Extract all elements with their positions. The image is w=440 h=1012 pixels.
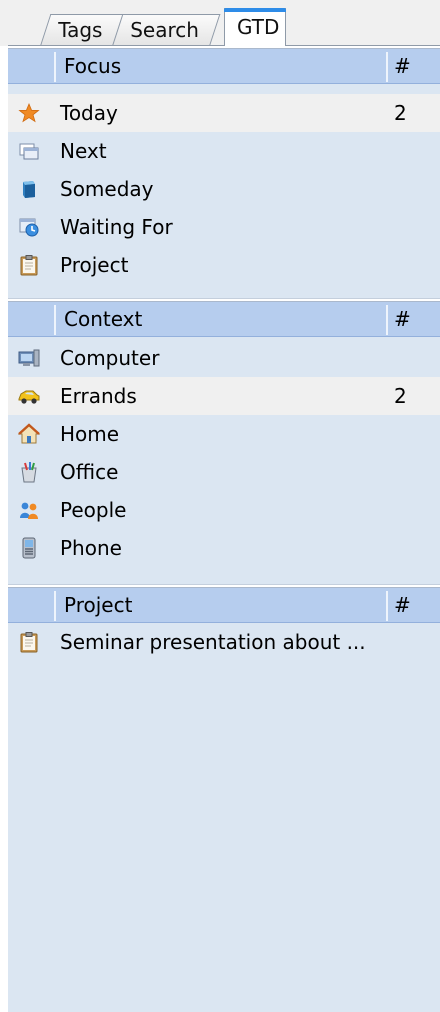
focus-item-next[interactable]: Next <box>8 132 440 170</box>
focus-item-today[interactable]: Today 2 <box>8 94 440 132</box>
context-title[interactable]: Context <box>64 302 142 337</box>
focus-title[interactable]: Focus <box>64 49 121 84</box>
focus-header: Focus # <box>8 48 440 84</box>
clipboard-icon <box>20 632 38 653</box>
context-item-label: Phone <box>60 536 122 560</box>
office-icon <box>21 462 37 483</box>
next-windows-icon <box>19 143 39 160</box>
project-item-seminar[interactable]: Seminar presentation about ... <box>8 623 440 661</box>
star-icon <box>18 102 40 123</box>
context-item-home[interactable]: Home <box>8 415 440 453</box>
context-item-computer[interactable]: Computer <box>8 339 440 377</box>
focus-item-waiting-for[interactable]: Waiting For <box>8 208 440 246</box>
focus-item-someday[interactable]: Someday <box>8 170 440 208</box>
archive-icon <box>23 181 35 198</box>
tab-search[interactable]: Search <box>112 14 221 46</box>
phone-icon <box>22 537 36 559</box>
focus-item-label: Today <box>60 101 118 125</box>
focus-item-count: 2 <box>394 101 407 125</box>
tab-tags-label: Tags <box>58 18 103 42</box>
context-count-header[interactable]: # <box>394 302 411 337</box>
focus-item-label: Next <box>60 139 107 163</box>
focus-item-label: Project <box>60 253 129 277</box>
focus-item-label: Waiting For <box>60 215 173 239</box>
context-item-count: 2 <box>394 384 407 408</box>
context-item-label: Home <box>60 422 120 446</box>
context-item-phone[interactable]: Phone <box>8 529 440 567</box>
focus-count-header[interactable]: # <box>394 49 411 84</box>
context-item-people[interactable]: People <box>8 491 440 529</box>
context-header: Context # <box>8 301 440 337</box>
context-item-label: Office <box>60 460 119 484</box>
waiting-icon <box>19 218 39 237</box>
tab-gtd[interactable]: GTD <box>224 8 286 46</box>
context-item-label: Errands <box>60 384 137 408</box>
tab-tags[interactable]: Tags <box>40 14 125 46</box>
project-count-header[interactable]: # <box>394 588 411 623</box>
context-item-errands[interactable]: Errands 2 <box>8 377 440 415</box>
car-icon <box>18 390 40 404</box>
home-icon <box>18 423 40 444</box>
focus-item-project[interactable]: Project <box>8 246 440 284</box>
project-title[interactable]: Project <box>64 588 132 623</box>
tab-search-label: Search <box>130 18 199 42</box>
clipboard-icon <box>20 255 38 276</box>
project-item-label: Seminar presentation about ... <box>60 630 366 654</box>
tab-bar: Tags Search GTD <box>0 0 440 47</box>
computer-icon <box>18 349 40 367</box>
context-item-label: People <box>60 498 127 522</box>
context-item-office[interactable]: Office <box>8 453 440 491</box>
context-item-label: Computer <box>60 346 160 370</box>
tab-gtd-label: GTD <box>237 15 280 39</box>
focus-item-label: Someday <box>60 177 154 201</box>
gtd-panel: Focus # Today 2 Next Someday Waiting For… <box>8 48 440 1012</box>
project-header: Project # <box>8 587 440 623</box>
people-icon <box>20 502 38 519</box>
